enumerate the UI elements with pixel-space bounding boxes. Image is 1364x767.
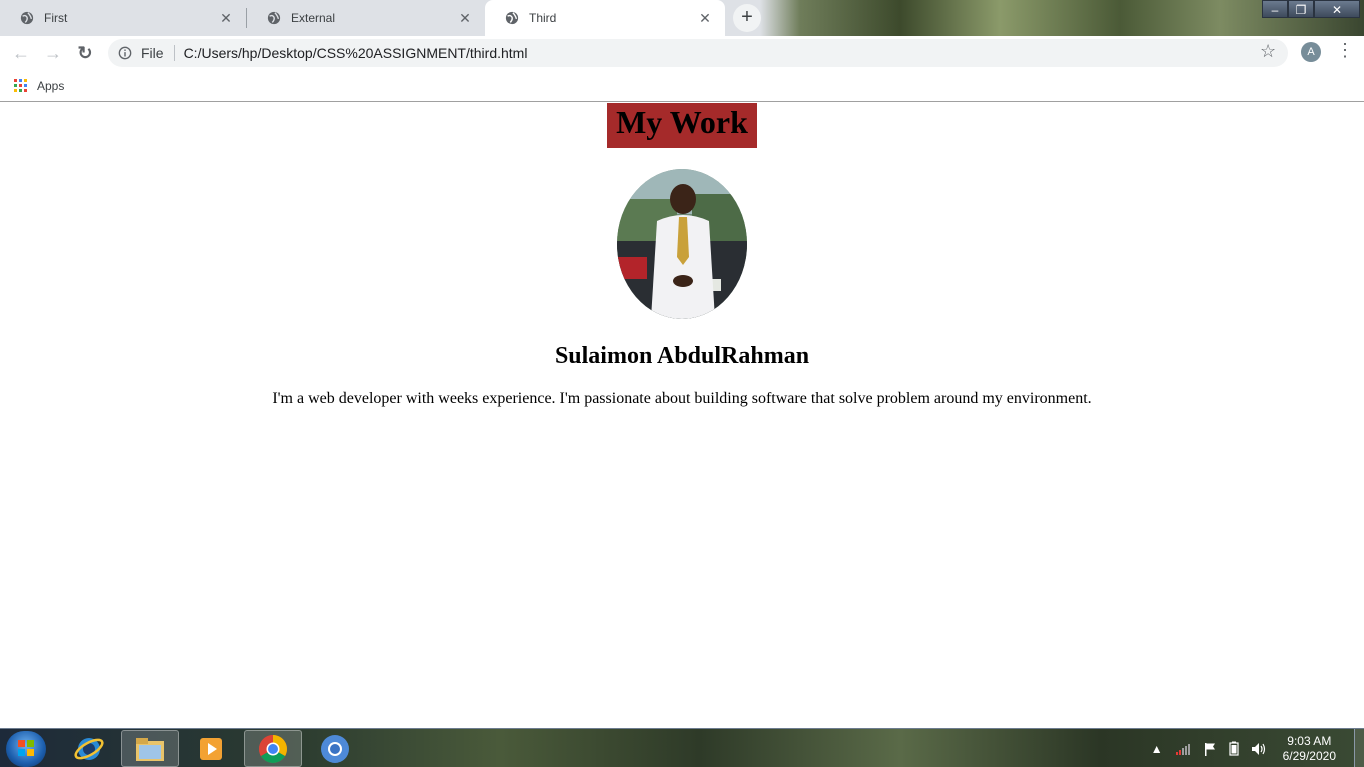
taskbar-internet-explorer[interactable] — [60, 730, 118, 767]
chromium-icon — [321, 734, 349, 763]
show-hidden-icons-icon[interactable]: ▲ — [1151, 742, 1163, 756]
minimize-button[interactable]: – — [1262, 0, 1288, 18]
show-desktop-button[interactable] — [1354, 729, 1364, 767]
omnibox-divider — [173, 45, 175, 61]
profile-photo — [617, 169, 747, 319]
window-controls: – ❐ ✕ — [1262, 0, 1360, 18]
taskbar-media-player[interactable] — [182, 730, 240, 767]
taskbar-chromium[interactable] — [306, 730, 364, 767]
internet-explorer-icon — [74, 737, 104, 760]
tab-third[interactable]: Third ✕ — [485, 0, 725, 36]
reload-button[interactable]: ↻ — [72, 40, 98, 66]
page-content: My Work Sulaimon AbdulRahman I'm a web d… — [0, 103, 1364, 728]
close-icon[interactable]: ✕ — [218, 10, 234, 27]
profile-photo-image — [617, 169, 747, 319]
profile-name: Sulaimon AbdulRahman — [554, 343, 810, 369]
globe-icon — [505, 11, 519, 25]
apps-bookmark[interactable]: Apps — [14, 79, 64, 93]
bookmark-star-icon[interactable]: ☆ — [1260, 41, 1276, 62]
page-title: My Work — [607, 103, 757, 148]
close-icon[interactable]: ✕ — [697, 10, 713, 27]
tab-strip: First ✕ External ✕ Third ✕ + – ❐ ✕ — [0, 0, 1364, 36]
system-tray: ▲ 9:03 AM 6/29/2020 — [1145, 729, 1364, 767]
clock-time: 9:03 AM — [1287, 733, 1332, 748]
address-bar[interactable]: File C:/Users/hp/Desktop/CSS%20ASSIGNMEN… — [108, 39, 1288, 67]
globe-icon — [20, 11, 34, 25]
windows-logo-icon — [18, 740, 34, 756]
start-button[interactable] — [6, 731, 46, 767]
bookmarks-bar: Apps — [0, 70, 1364, 102]
forward-button[interactable]: → — [40, 40, 66, 66]
file-scheme-label: File — [141, 45, 164, 61]
close-icon[interactable]: ✕ — [457, 10, 473, 27]
tab-label: First — [44, 11, 68, 25]
browser-toolbar: ← → ↻ File C:/Users/hp/Desktop/CSS%20ASS… — [0, 36, 1364, 70]
taskbar-chrome[interactable] — [244, 730, 302, 767]
url-text[interactable]: C:/Users/hp/Desktop/CSS%20ASSIGNMENT/thi… — [184, 45, 528, 61]
info-icon[interactable] — [118, 46, 132, 60]
back-button[interactable]: ← — [8, 40, 34, 66]
browser-menu-button[interactable]: ⋮ — [1336, 40, 1354, 61]
battery-icon[interactable] — [1229, 741, 1239, 756]
network-signal-icon[interactable] — [1175, 742, 1191, 756]
windows-taskbar: ▲ 9:03 AM 6/29/2020 — [0, 728, 1364, 767]
taskbar-clock[interactable]: 9:03 AM 6/29/2020 — [1283, 734, 1336, 764]
chrome-icon — [259, 734, 287, 763]
folder-icon — [136, 737, 164, 761]
tab-external[interactable]: External ✕ — [247, 0, 485, 36]
taskbar-file-explorer[interactable] — [121, 730, 179, 767]
profile-avatar[interactable]: A — [1301, 42, 1321, 62]
tab-label: External — [291, 11, 336, 25]
volume-icon[interactable] — [1251, 742, 1267, 756]
restore-button[interactable]: ❐ — [1288, 0, 1314, 18]
globe-icon — [267, 11, 281, 25]
new-tab-button[interactable]: + — [733, 4, 761, 32]
bio-text: I'm a web developer with weeks experienc… — [272, 390, 1092, 407]
apps-grid-icon — [14, 79, 27, 92]
media-player-icon — [200, 737, 222, 760]
tab-label: Third — [529, 11, 557, 25]
window-close-button[interactable]: ✕ — [1314, 0, 1360, 18]
clock-date: 6/29/2020 — [1282, 748, 1336, 763]
action-center-flag-icon[interactable] — [1203, 742, 1217, 756]
tab-first[interactable]: First ✕ — [0, 0, 246, 36]
apps-label: Apps — [37, 78, 65, 93]
